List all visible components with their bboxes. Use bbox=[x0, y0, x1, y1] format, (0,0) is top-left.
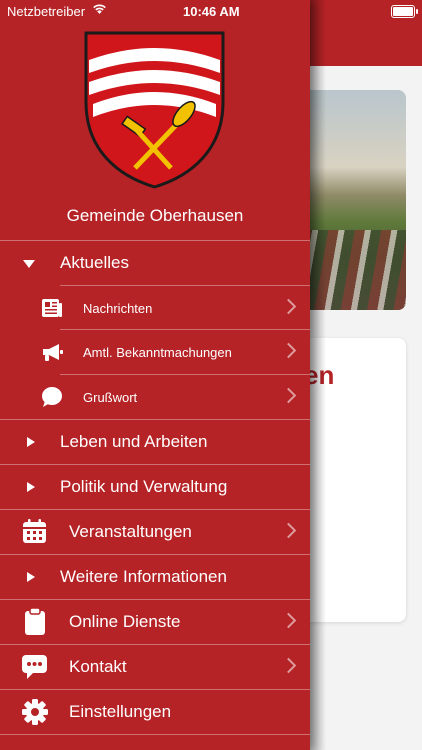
menu-item-grusswort[interactable]: Grußwort bbox=[0, 375, 310, 419]
menu-item-label: Politik und Verwaltung bbox=[60, 477, 228, 496]
chevron-right-icon bbox=[280, 522, 297, 539]
newspaper-icon bbox=[42, 299, 62, 317]
menu-item-label: Grußwort bbox=[83, 390, 138, 405]
battery-icon bbox=[391, 5, 418, 18]
calendar-icon bbox=[23, 519, 46, 543]
menu-item-label: Amtl. Bekanntmachungen bbox=[83, 345, 232, 360]
clipboard-icon bbox=[25, 608, 45, 635]
gear-icon bbox=[22, 699, 48, 725]
drawer-title: Gemeinde Oberhausen bbox=[66, 206, 244, 225]
navigation-drawer: Gemeinde Oberhausen Aktuelles Nachrichte… bbox=[0, 0, 310, 750]
menu-item-bekanntmachungen[interactable]: Amtl. Bekanntmachungen bbox=[0, 330, 310, 374]
speech-bubble-icon bbox=[42, 387, 62, 407]
chevron-right-icon bbox=[280, 657, 297, 674]
menu-item-label: Veranstaltungen bbox=[69, 522, 192, 541]
menu-item-label: Online Dienste bbox=[69, 612, 181, 631]
chevron-right-icon bbox=[280, 612, 297, 629]
divider bbox=[0, 734, 310, 735]
carrier-name: Netzbetreiber bbox=[7, 4, 86, 19]
menu-item-online-dienste[interactable]: Online Dienste bbox=[0, 600, 310, 644]
menu-item-politik-und-verwaltung[interactable]: Politik und Verwaltung bbox=[0, 465, 310, 509]
menu-item-weitere-informationen[interactable]: Weitere Informationen bbox=[0, 555, 310, 599]
coat-of-arms-logo bbox=[84, 31, 225, 189]
wifi-icon bbox=[93, 4, 106, 14]
menu-item-label: Nachrichten bbox=[83, 301, 153, 316]
chevron-right-icon bbox=[280, 387, 297, 404]
drawer-shadow bbox=[310, 0, 326, 750]
chat-icon bbox=[22, 655, 47, 679]
menu-item-einstellungen[interactable]: Einstellungen bbox=[0, 690, 310, 734]
menu-item-kontakt[interactable]: Kontakt bbox=[0, 645, 310, 689]
menu-item-label: Einstellungen bbox=[69, 702, 172, 721]
menu-item-label: Kontakt bbox=[69, 657, 127, 676]
menu-item-label: Aktuelles bbox=[60, 253, 129, 272]
chevron-right-icon bbox=[280, 342, 297, 359]
status-time: 10:46 AM bbox=[183, 4, 240, 19]
menu-item-label: Leben und Arbeiten bbox=[60, 432, 208, 451]
menu-item-nachrichten[interactable]: Nachrichten bbox=[0, 286, 310, 330]
caret-right-icon bbox=[27, 437, 35, 447]
megaphone-icon bbox=[43, 344, 63, 361]
menu-item-leben-und-arbeiten[interactable]: Leben und Arbeiten bbox=[0, 420, 310, 464]
caret-down-icon bbox=[23, 260, 35, 268]
menu-item-aktuelles[interactable]: Aktuelles bbox=[0, 241, 310, 285]
menu-item-veranstaltungen[interactable]: Veranstaltungen bbox=[0, 510, 310, 554]
chevron-right-icon bbox=[280, 298, 297, 315]
caret-right-icon bbox=[27, 572, 35, 582]
menu-item-label: Weitere Informationen bbox=[60, 567, 227, 586]
status-bar: Netzbetreiber 10:46 AM bbox=[0, 0, 422, 22]
caret-right-icon bbox=[27, 482, 35, 492]
